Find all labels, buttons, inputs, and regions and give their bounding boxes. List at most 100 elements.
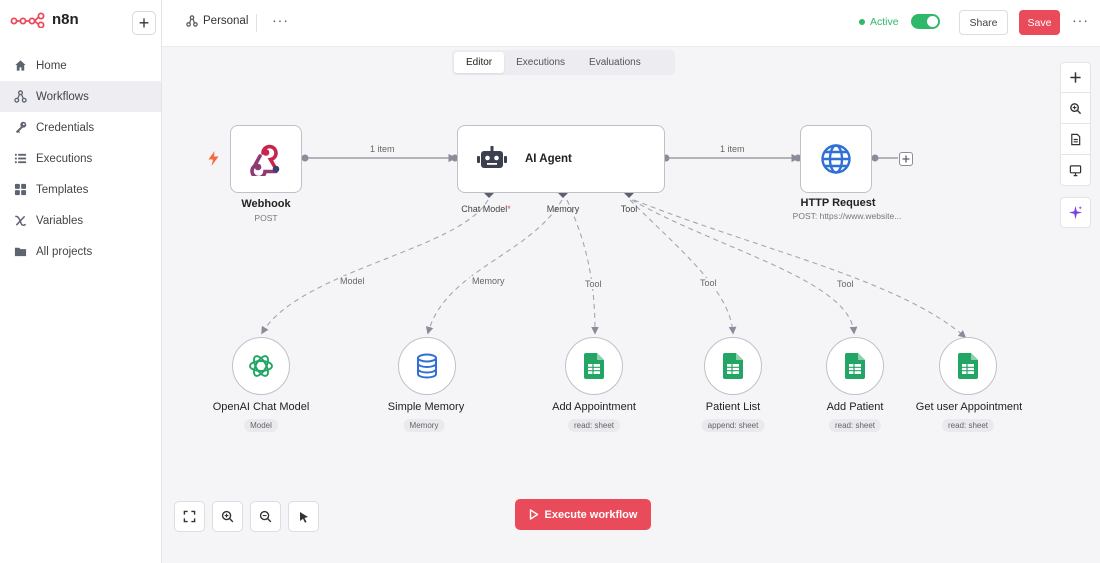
sub-node-title: Simple Memory bbox=[387, 401, 465, 413]
top-header: Personal ··· Active Share Save ··· bbox=[162, 0, 1100, 47]
webhook-node-title: Webhook bbox=[241, 198, 291, 210]
sub-node-title: Add Appointment bbox=[552, 401, 636, 413]
list-icon bbox=[13, 152, 27, 166]
breadcrumb[interactable]: Personal bbox=[186, 15, 248, 27]
globe-icon bbox=[821, 144, 851, 174]
share-button[interactable]: Share bbox=[959, 10, 1008, 35]
sticky-note-button[interactable] bbox=[1060, 124, 1091, 155]
active-status: Active bbox=[859, 14, 940, 29]
app-name: n8n bbox=[52, 11, 79, 28]
http-node-subtitle: POST: https://www.website... bbox=[792, 211, 902, 221]
home-icon bbox=[13, 59, 27, 73]
sidebar-item-all-projects[interactable]: All projects bbox=[0, 236, 161, 267]
sidebar-item-label: Templates bbox=[36, 183, 89, 196]
chat-preview-button[interactable] bbox=[1060, 155, 1091, 186]
variable-icon bbox=[13, 214, 27, 228]
active-toggle[interactable] bbox=[910, 14, 940, 29]
ai-agent-title: AI Agent bbox=[525, 153, 572, 165]
sidebar-item-home[interactable]: Home bbox=[0, 50, 161, 81]
google-sheets-icon bbox=[845, 353, 865, 379]
connection-label-memory: Memory bbox=[470, 276, 507, 286]
search-icon bbox=[1070, 102, 1082, 114]
fit-view-button[interactable] bbox=[174, 501, 205, 532]
connection-label-tool: Tool bbox=[835, 279, 856, 289]
workflow-icon bbox=[186, 15, 198, 27]
webhook-node[interactable] bbox=[230, 125, 302, 193]
key-icon bbox=[13, 121, 27, 135]
edge-memory bbox=[425, 199, 563, 335]
edge-label: 1 item bbox=[718, 144, 747, 154]
google-sheets-icon bbox=[723, 353, 743, 379]
chat-model-label: Chat Model bbox=[461, 204, 508, 214]
simple-memory-node[interactable] bbox=[398, 337, 456, 395]
divider bbox=[256, 14, 257, 32]
sub-node-badge: read: sheet bbox=[567, 419, 621, 432]
sidebar-nav: Home Workflows Credentials Executions Te… bbox=[0, 50, 161, 267]
tab-executions[interactable]: Executions bbox=[504, 52, 577, 73]
execute-workflow-button[interactable]: Execute workflow bbox=[515, 499, 651, 530]
search-nodes-button[interactable] bbox=[1060, 93, 1091, 124]
sub-node-title: Get user Appointment bbox=[915, 401, 1023, 413]
sub-node-title: Add Patient bbox=[826, 401, 884, 413]
get-user-appointment-node[interactable] bbox=[939, 337, 997, 395]
connection-label-tool: Tool bbox=[698, 278, 719, 288]
status-label: Active bbox=[870, 15, 899, 28]
zoom-out-icon bbox=[259, 510, 272, 523]
sub-node-badge: Model bbox=[244, 419, 278, 432]
add-next-node-button[interactable] bbox=[899, 152, 913, 166]
play-icon bbox=[529, 509, 538, 520]
http-request-node[interactable] bbox=[800, 125, 872, 193]
zoom-in-button[interactable] bbox=[212, 501, 243, 532]
connections-layer bbox=[261, 153, 967, 339]
n8n-logo[interactable]: n8n bbox=[10, 11, 79, 28]
connection-label-model: Model bbox=[338, 276, 367, 286]
canvas-right-toolbar bbox=[1060, 62, 1091, 228]
edge-model bbox=[261, 199, 489, 335]
n8n-logo-icon bbox=[10, 12, 45, 28]
sub-node-title: OpenAI Chat Model bbox=[212, 401, 310, 413]
sidebar-item-variables[interactable]: Variables bbox=[0, 205, 161, 236]
ai-agent-node[interactable]: AI Agent bbox=[457, 125, 665, 193]
sub-node-badge: read: sheet bbox=[941, 419, 995, 432]
sidebar-item-label: Executions bbox=[36, 152, 93, 165]
edge-label: 1 item bbox=[368, 144, 397, 154]
database-icon bbox=[417, 353, 437, 379]
select-mode-button[interactable] bbox=[288, 501, 319, 532]
sidebar-item-label: Workflows bbox=[36, 90, 89, 103]
workflow-more-button[interactable]: ··· bbox=[272, 12, 289, 28]
sidebar-item-workflows[interactable]: Workflows bbox=[0, 81, 161, 112]
sub-node-badge: append: sheet bbox=[701, 419, 765, 432]
cursor-icon bbox=[299, 511, 308, 523]
monitor-icon bbox=[1069, 164, 1082, 176]
connection-label-tool: Tool bbox=[583, 279, 604, 289]
sidebar-item-label: All projects bbox=[36, 245, 93, 258]
sidebar-item-templates[interactable]: Templates bbox=[0, 174, 161, 205]
google-sheets-icon bbox=[958, 353, 978, 379]
note-icon bbox=[1071, 133, 1081, 145]
openai-chat-model-node[interactable] bbox=[232, 337, 290, 395]
edge-tool-2 bbox=[629, 199, 737, 335]
add-patient-node[interactable] bbox=[826, 337, 884, 395]
ai-assistant-button[interactable] bbox=[1060, 197, 1091, 228]
add-node-button[interactable] bbox=[1060, 62, 1091, 93]
zoom-out-button[interactable] bbox=[250, 501, 281, 532]
tool-handle-label: Tool bbox=[620, 204, 638, 214]
required-marker: * bbox=[507, 204, 511, 214]
sub-node-badge: Memory bbox=[403, 419, 445, 432]
sub-node-title: Patient List bbox=[705, 401, 761, 413]
patient-list-node[interactable] bbox=[704, 337, 762, 395]
tab-evaluations[interactable]: Evaluations bbox=[577, 52, 653, 73]
sidebar-item-executions[interactable]: Executions bbox=[0, 143, 161, 174]
save-button[interactable]: Save bbox=[1019, 10, 1060, 35]
create-new-button[interactable]: + bbox=[132, 11, 156, 35]
workflow-icon bbox=[13, 90, 27, 104]
folder-icon bbox=[13, 245, 27, 259]
webhook-icon bbox=[250, 144, 280, 176]
add-appointment-node[interactable] bbox=[565, 337, 623, 395]
tab-editor[interactable]: Editor bbox=[454, 52, 505, 73]
project-name: Personal bbox=[203, 15, 249, 27]
header-more-button[interactable]: ··· bbox=[1072, 12, 1089, 28]
edge-tool-1 bbox=[566, 199, 599, 335]
plus-icon bbox=[1070, 72, 1081, 83]
sidebar-item-credentials[interactable]: Credentials bbox=[0, 112, 161, 143]
